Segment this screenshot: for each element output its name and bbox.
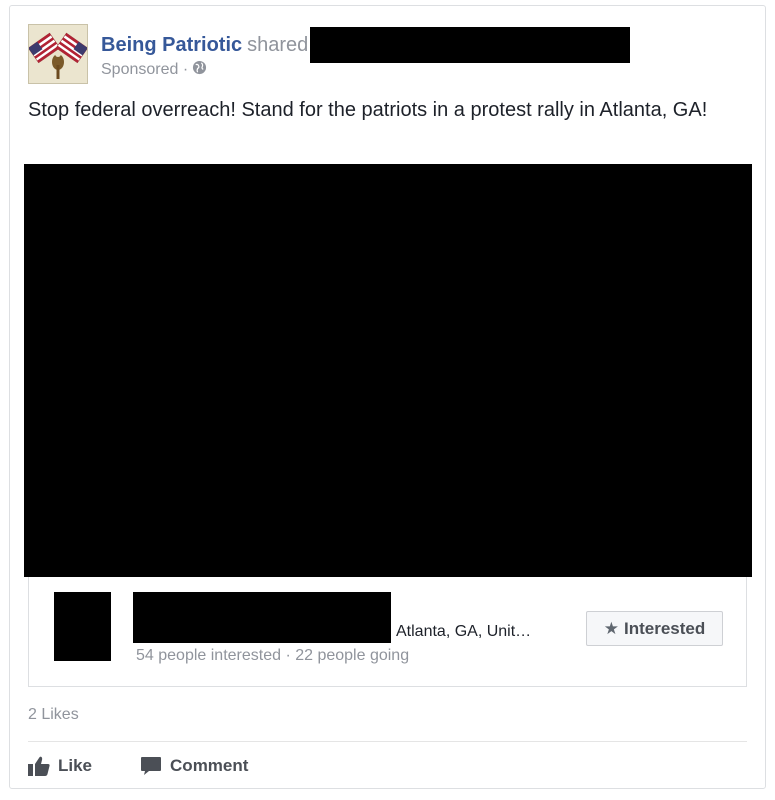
event-location: Atlanta, GA, Unit… [396, 623, 532, 640]
page-avatar[interactable] [28, 24, 88, 84]
redacted-event-title[interactable] [133, 592, 391, 643]
like-label: Like [58, 756, 93, 775]
post-body-text: Stop federal overreach! Stand for the pa… [28, 99, 708, 121]
globe-icon [192, 60, 207, 80]
comment-label: Comment [170, 756, 249, 775]
page-name-link[interactable]: Being Patriotic [101, 34, 242, 57]
event-attachment[interactable]: Atlanta, GA, Unit… 54 people interested … [28, 577, 747, 687]
sponsored-post-card: Being Patriotic shared Sponsored · Stop … [9, 5, 766, 789]
american-flags-logo [29, 25, 87, 83]
speech-bubble-icon [141, 757, 162, 775]
interested-button[interactable]: ★ Interested [586, 611, 723, 646]
likes-count[interactable]: 2 Likes [28, 706, 79, 724]
sponsored-label[interactable]: Sponsored · [101, 61, 188, 79]
redacted-event-thumbnail[interactable] [54, 592, 111, 661]
thumbs-up-icon [28, 756, 50, 776]
post-header: Being Patriotic shared [101, 27, 631, 63]
interested-label: Interested [624, 618, 706, 638]
event-stats: 54 people interested · 22 people going [136, 647, 410, 664]
redacted-shared-title [310, 27, 631, 63]
redacted-media-image[interactable] [24, 164, 752, 577]
divider [28, 741, 747, 742]
like-button[interactable]: Like [28, 756, 92, 776]
action-bar: Like Comment [28, 753, 248, 779]
shared-label: shared [247, 33, 309, 56]
star-icon: ★ [603, 618, 619, 638]
comment-button[interactable]: Comment [140, 756, 248, 776]
post-meta: Sponsored · [101, 60, 207, 80]
